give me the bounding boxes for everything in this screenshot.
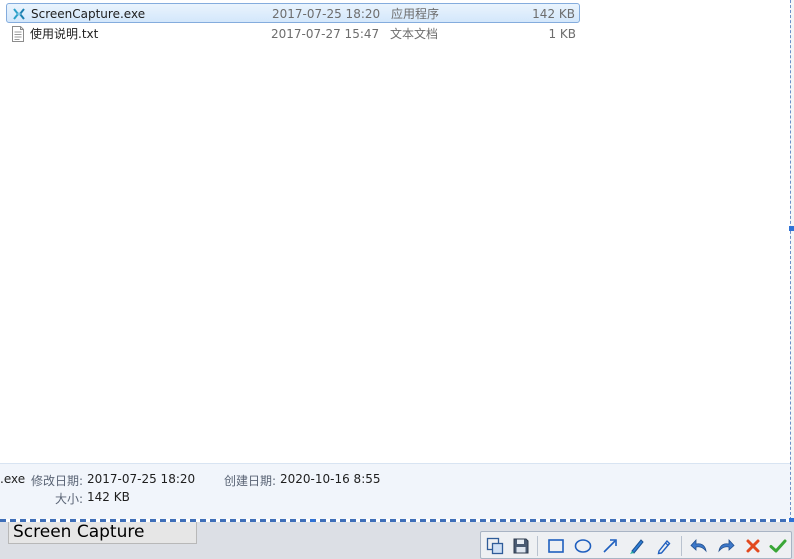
toolbar-separator bbox=[681, 536, 682, 556]
redo-button[interactable] bbox=[715, 535, 737, 557]
confirm-icon bbox=[769, 539, 787, 553]
ellipse-icon bbox=[574, 539, 592, 553]
size-value: 142 KB bbox=[87, 490, 130, 504]
save-button[interactable] bbox=[510, 535, 532, 557]
size-label: 大小: bbox=[55, 492, 84, 506]
rectangle-icon bbox=[548, 539, 564, 553]
select-region-icon bbox=[486, 537, 504, 555]
text-pen-tool-button[interactable] bbox=[653, 535, 675, 557]
brush-icon bbox=[630, 539, 644, 554]
arrow-tool-button[interactable] bbox=[599, 535, 621, 557]
capture-toolbar bbox=[480, 531, 792, 559]
file-size: 142 KB bbox=[532, 7, 575, 21]
undo-button[interactable] bbox=[688, 535, 710, 557]
resize-handle-right[interactable] bbox=[789, 226, 794, 231]
file-name: ScreenCapture.exe bbox=[31, 7, 146, 21]
screen-capture-title: Screen Capture bbox=[8, 522, 197, 544]
confirm-button[interactable] bbox=[767, 535, 789, 557]
toolbar-separator bbox=[537, 536, 538, 556]
details-pane: .exe 修改日期: 2017-07-25 18:20 创建日期: 2020-1… bbox=[0, 463, 790, 520]
file-row-screencapture[interactable]: ScreenCapture.exe 2017-07-25 18:20 应用程序 … bbox=[6, 3, 580, 23]
text-file-icon bbox=[12, 26, 24, 42]
file-type: 应用程序 bbox=[391, 7, 440, 21]
undo-icon bbox=[690, 538, 707, 553]
exe-icon bbox=[13, 8, 25, 20]
modified-label: 修改日期: bbox=[31, 474, 84, 488]
redo-icon bbox=[718, 538, 735, 553]
file-list-pane: ScreenCapture.exe 2017-07-25 18:20 应用程序 … bbox=[0, 0, 790, 463]
cancel-icon bbox=[746, 539, 760, 553]
modified-value: 2017-07-25 18:20 bbox=[87, 472, 196, 486]
rectangle-tool-button[interactable] bbox=[545, 535, 567, 557]
selection-right-edge[interactable] bbox=[790, 0, 794, 520]
detail-filename: .exe bbox=[0, 472, 26, 486]
file-name: 使用说明.txt bbox=[30, 27, 99, 41]
file-size: 1 KB bbox=[548, 27, 576, 41]
brush-tool-button[interactable] bbox=[626, 535, 648, 557]
created-label: 创建日期: bbox=[224, 474, 277, 488]
file-date: 2017-07-27 15:47 bbox=[271, 27, 380, 41]
file-row-readme[interactable]: 使用说明.txt 2017-07-27 15:47 文本文档 1 KB bbox=[6, 24, 580, 44]
ellipse-tool-button[interactable] bbox=[572, 535, 594, 557]
created-value: 2020-10-16 8:55 bbox=[280, 472, 381, 486]
file-date: 2017-07-25 18:20 bbox=[272, 7, 381, 21]
select-region-button[interactable] bbox=[484, 535, 506, 557]
file-type: 文本文档 bbox=[390, 27, 439, 41]
text-pen-icon bbox=[657, 539, 671, 555]
arrow-icon bbox=[603, 539, 617, 553]
cancel-button[interactable] bbox=[742, 535, 764, 557]
save-icon bbox=[513, 538, 529, 554]
